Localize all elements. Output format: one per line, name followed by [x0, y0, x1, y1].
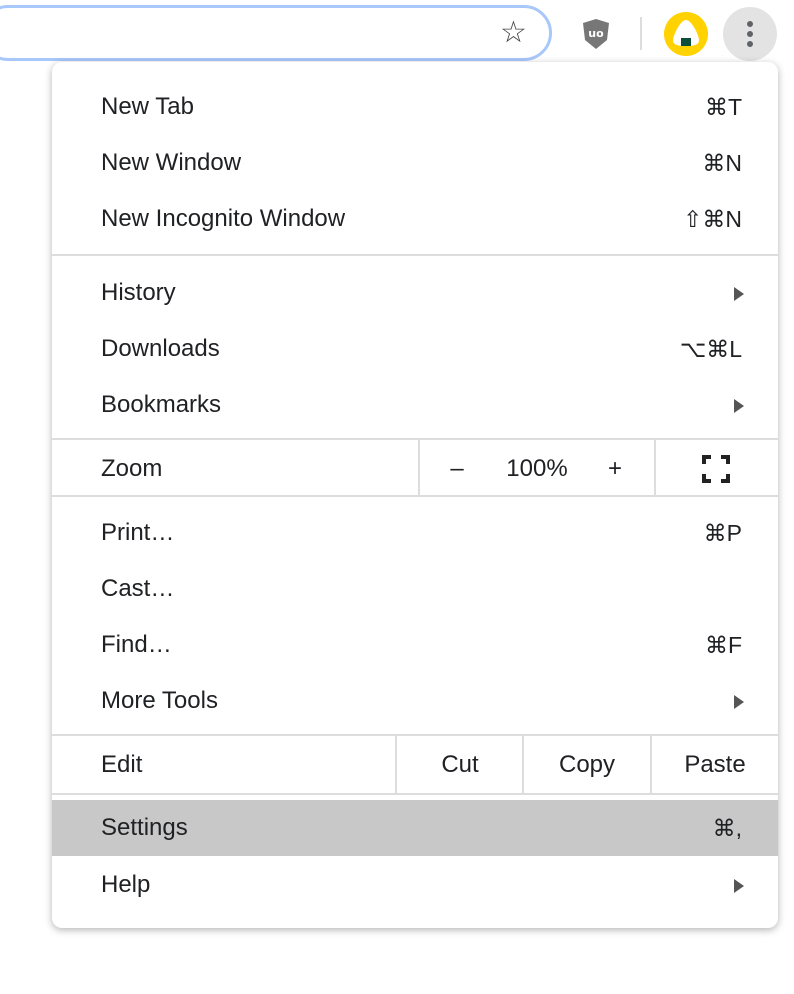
menu-item-settings[interactable]: Settings ⌘,	[52, 800, 778, 856]
menu-item-new-tab[interactable]: New Tab ⌘T	[52, 79, 778, 135]
label: More Tools	[101, 687, 218, 714]
menu-item-print[interactable]: Print… ⌘P	[52, 505, 778, 561]
shortcut: ⌘F	[704, 632, 742, 658]
menu-item-more-tools[interactable]: More Tools	[52, 673, 778, 729]
zoom-level: 100%	[506, 455, 568, 482]
divider	[52, 734, 778, 736]
divider	[52, 438, 778, 440]
submenu-arrow-icon	[734, 879, 744, 893]
label: Cast…	[101, 575, 175, 602]
label: History	[101, 279, 176, 306]
zoom-label: Zoom	[101, 455, 163, 482]
label: Help	[101, 871, 151, 898]
zoom-row: Zoom	[52, 441, 778, 497]
edit-label: Edit	[101, 751, 143, 778]
menu-item-help[interactable]: Help	[52, 857, 778, 913]
fullscreen-icon[interactable]	[702, 455, 730, 483]
profile-avatar-icon[interactable]	[664, 12, 708, 56]
menu-item-history[interactable]: History	[52, 265, 778, 321]
menu-item-find[interactable]: Find… ⌘F	[52, 617, 778, 673]
shortcut: ⌘N	[702, 150, 742, 176]
paste-button[interactable]: Paste	[652, 737, 778, 793]
cut-button[interactable]: Cut	[397, 737, 523, 793]
menu-item-cast[interactable]: Cast…	[52, 561, 778, 617]
toolbar-separator	[640, 17, 642, 50]
label: Downloads	[101, 335, 220, 362]
chrome-main-menu: New Tab ⌘T New Window ⌘N New Incognito Win…	[52, 62, 778, 928]
copy-button[interactable]: Copy	[524, 737, 650, 793]
browser-toolbar: ☆ uo	[0, 0, 794, 62]
address-bar[interactable]	[0, 5, 552, 61]
divider	[654, 440, 656, 496]
menu-item-downloads[interactable]: Downloads ⌥⌘L	[52, 321, 778, 377]
more-menu-button[interactable]	[723, 7, 777, 61]
label: New Tab	[101, 93, 194, 120]
shortcut: ⇧⌘N	[683, 206, 742, 232]
label: New Incognito Window	[101, 205, 346, 232]
menu-item-new-window[interactable]: New Window ⌘N	[52, 135, 778, 191]
shortcut: ⌥⌘L	[679, 336, 742, 362]
menu-item-new-incognito-window[interactable]: New Incognito Window ⇧⌘N	[52, 191, 778, 247]
star-icon[interactable]: ☆	[500, 16, 527, 50]
zoom-in-button[interactable]: +	[590, 441, 640, 497]
shortcut: ⌘P	[703, 520, 742, 546]
label: Bookmarks	[101, 391, 222, 418]
shortcut: ⌘T	[704, 94, 742, 120]
label: Settings	[101, 814, 188, 841]
divider	[52, 793, 778, 795]
label: New Window	[101, 149, 242, 176]
label: Find…	[101, 631, 172, 658]
ublock-origin-icon[interactable]: uo	[582, 18, 610, 50]
divider	[418, 440, 420, 496]
zoom-out-button[interactable]: –	[432, 441, 482, 497]
submenu-arrow-icon	[734, 695, 744, 709]
label: Print…	[101, 519, 175, 546]
divider	[52, 495, 778, 497]
menu-item-bookmarks[interactable]: Bookmarks	[52, 377, 778, 433]
shortcut: ⌘,	[712, 815, 742, 841]
divider	[52, 254, 778, 256]
svg-text:uo: uo	[588, 27, 604, 40]
submenu-arrow-icon	[734, 287, 744, 301]
submenu-arrow-icon	[734, 399, 744, 413]
